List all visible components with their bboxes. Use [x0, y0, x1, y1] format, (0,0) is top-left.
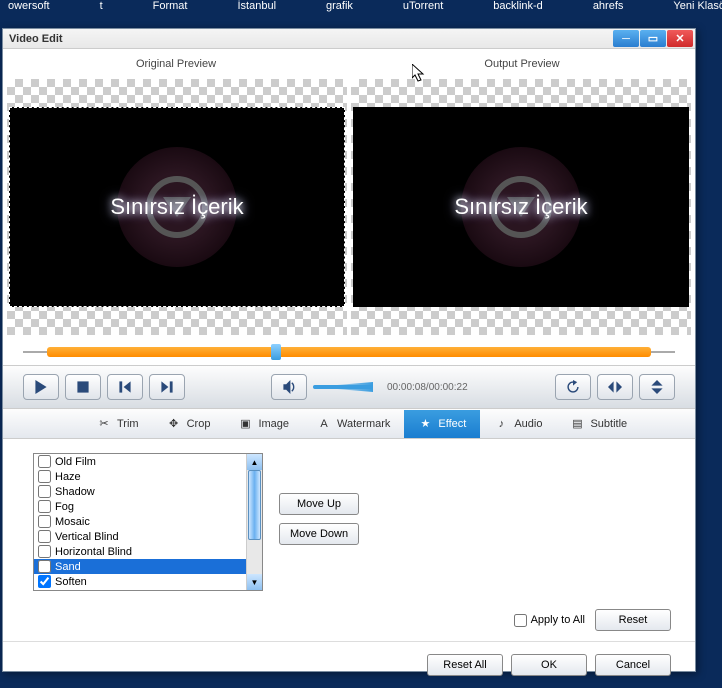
volume-button[interactable] — [271, 374, 307, 400]
flip-vertical-button[interactable] — [639, 374, 675, 400]
desktop-icons: owersoft t Format İstanbul grafik uTorrent bac… — [0, 0, 722, 28]
ok-button[interactable]: OK — [511, 654, 587, 676]
effect-item[interactable]: Horizontal Blind — [34, 544, 246, 559]
desktop-icon-label[interactable]: t — [100, 0, 103, 28]
effect-checkbox[interactable] — [38, 575, 51, 588]
cancel-button[interactable]: Cancel — [595, 654, 671, 676]
timecode: 00:00:08/00:00:22 — [387, 382, 468, 393]
effect-checkbox[interactable] — [38, 470, 51, 483]
effect-label: Old Film — [55, 456, 96, 468]
effect-item[interactable]: Haze — [34, 469, 246, 484]
crop-icon: ✥ — [167, 417, 181, 431]
desktop-icon-label[interactable]: grafik — [326, 0, 353, 28]
reset-all-button[interactable]: Reset All — [427, 654, 503, 676]
video-edit-window: Video Edit ─ ▭ ✕ Original Preview Output… — [2, 28, 696, 672]
effect-label: Haze — [55, 471, 81, 483]
scroll-up-button[interactable]: ▲ — [247, 454, 262, 470]
scrollbar[interactable]: ▲ ▼ — [246, 454, 262, 590]
effect-label: Fog — [55, 501, 74, 513]
effect-checkbox[interactable] — [38, 455, 51, 468]
effect-checkbox[interactable] — [38, 545, 51, 558]
note-icon: ♪ — [494, 417, 508, 431]
effect-item[interactable]: Sand — [34, 559, 246, 574]
tab-subtitle[interactable]: ▤Subtitle — [556, 410, 641, 438]
effect-label: Shadow — [55, 486, 95, 498]
output-preview-label: Output Preview — [349, 58, 695, 70]
trim-end-button[interactable] — [149, 374, 185, 400]
effect-item[interactable]: Shadow — [34, 484, 246, 499]
volume-slider[interactable] — [313, 385, 373, 389]
effect-label: Horizontal Blind — [55, 546, 132, 558]
move-up-button[interactable]: Move Up — [279, 493, 359, 515]
effect-item[interactable]: Vertical Blind — [34, 529, 246, 544]
effect-label: Sand — [55, 561, 81, 573]
effect-checkbox[interactable] — [38, 560, 51, 573]
move-down-button[interactable]: Move Down — [279, 523, 359, 545]
original-preview: Sınırsız İçerik — [7, 79, 347, 335]
trim-start-button[interactable] — [107, 374, 143, 400]
desktop-icon-label[interactable]: İstanbul — [237, 0, 276, 28]
maximize-button[interactable]: ▭ — [640, 30, 666, 47]
video-text: Sınırsız İçerik — [110, 194, 243, 220]
play-button[interactable] — [23, 374, 59, 400]
tab-crop[interactable]: ✥Crop — [153, 410, 225, 438]
scroll-down-button[interactable]: ▼ — [247, 574, 262, 590]
effect-checkbox[interactable] — [38, 530, 51, 543]
original-preview-label: Original Preview — [3, 58, 349, 70]
effect-checkbox[interactable] — [38, 515, 51, 528]
effect-item[interactable]: Old Film — [34, 454, 246, 469]
close-button[interactable]: ✕ — [667, 30, 693, 47]
effect-checkbox[interactable] — [38, 485, 51, 498]
watermark-icon: A — [317, 417, 331, 431]
output-preview: Sınırsız İçerik — [351, 79, 691, 335]
reset-button[interactable]: Reset — [595, 609, 671, 631]
effect-label: Soften — [55, 576, 87, 588]
rotate-button[interactable] — [555, 374, 591, 400]
tab-audio[interactable]: ♪Audio — [480, 410, 556, 438]
tab-trim[interactable]: ✂Trim — [83, 410, 153, 438]
effect-checkbox[interactable] — [38, 500, 51, 513]
desktop-icon-label[interactable]: Yeni Klasö — [673, 0, 722, 28]
image-icon: ▣ — [238, 417, 252, 431]
tab-image[interactable]: ▣Image — [224, 410, 303, 438]
desktop-icon-label[interactable]: uTorrent — [403, 0, 443, 28]
minimize-button[interactable]: ─ — [613, 30, 639, 47]
star-icon: ★ — [418, 417, 432, 431]
effects-list[interactable]: Old Film Haze Shadow Fog Mosaic Vertical Blin… — [33, 453, 263, 591]
desktop-icon-label[interactable]: owersoft — [8, 0, 50, 28]
scroll-thumb[interactable] — [248, 470, 261, 540]
effect-label: Vertical Blind — [55, 531, 119, 543]
effect-item[interactable]: Fog — [34, 499, 246, 514]
effect-item[interactable]: Mosaic — [34, 514, 246, 529]
scissors-icon: ✂ — [97, 417, 111, 431]
stop-button[interactable] — [65, 374, 101, 400]
desktop-icon-label[interactable]: Format — [153, 0, 188, 28]
timeline-handle[interactable] — [271, 344, 281, 360]
titlebar: Video Edit ─ ▭ ✕ — [3, 29, 695, 49]
flip-horizontal-button[interactable] — [597, 374, 633, 400]
desktop-icon-label[interactable]: ahrefs — [593, 0, 624, 28]
window-title: Video Edit — [9, 33, 63, 45]
effect-item[interactable]: Soften — [34, 574, 246, 589]
tab-watermark[interactable]: AWatermark — [303, 410, 404, 438]
video-text: Sınırsız İçerik — [454, 194, 587, 220]
subtitle-icon: ▤ — [570, 417, 584, 431]
desktop-icon-label[interactable]: backlink-d — [493, 0, 543, 28]
effect-label: Mosaic — [55, 516, 90, 528]
tab-effect[interactable]: ★Effect — [404, 410, 480, 438]
edit-tabs: ✂Trim ✥Crop ▣Image AWatermark ★Effect ♪A… — [3, 409, 695, 439]
apply-to-all-checkbox[interactable]: Apply to All — [514, 614, 585, 627]
timeline[interactable] — [23, 343, 675, 361]
